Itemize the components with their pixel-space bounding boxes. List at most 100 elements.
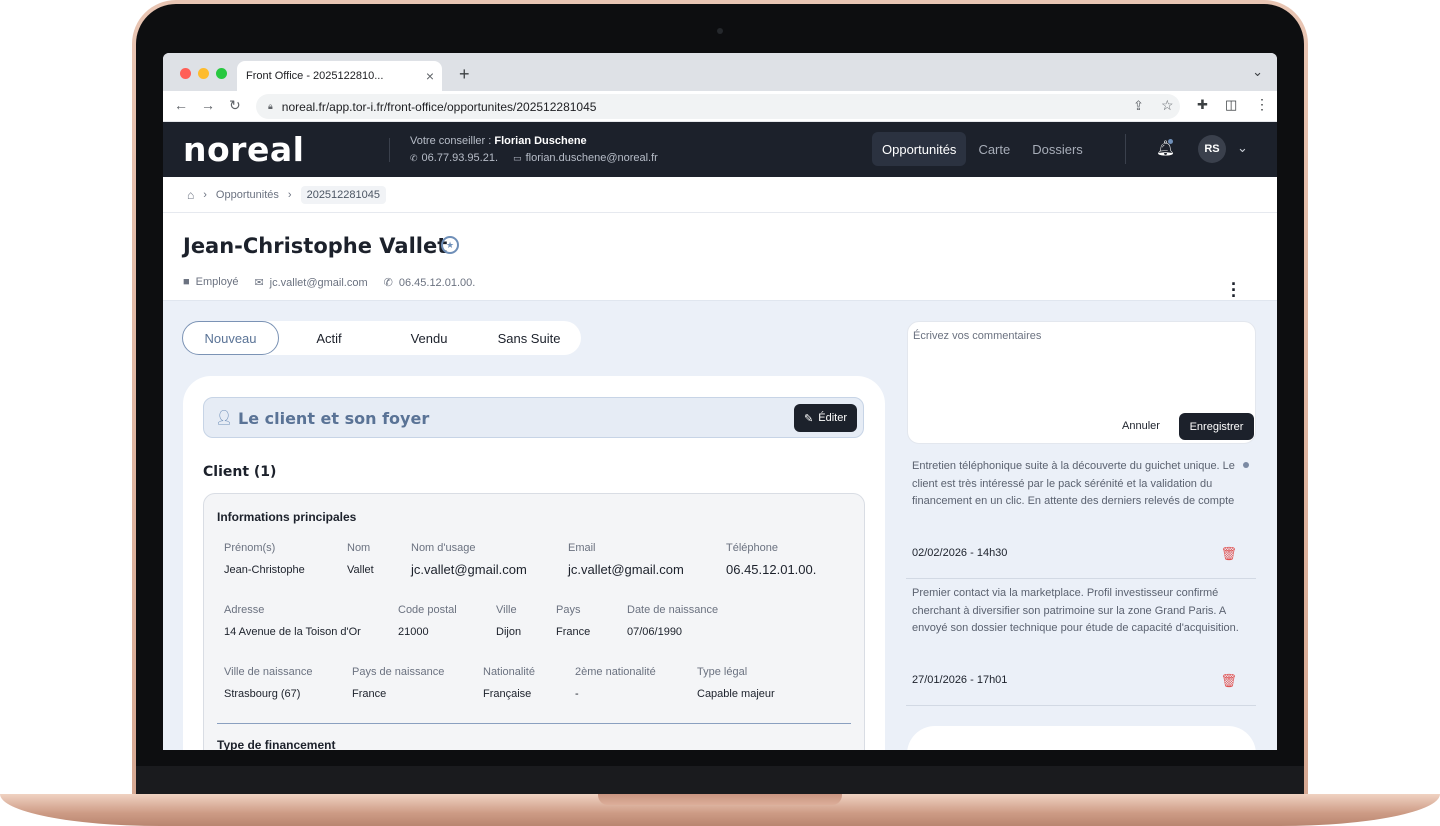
- extensions-icon[interactable]: ✚: [1197, 97, 1208, 113]
- noreal-logo[interactable]: noreal: [183, 130, 304, 169]
- tab-actif[interactable]: Actif: [279, 321, 379, 355]
- main-nav: Opportunités Carte Dossiers: [872, 132, 1093, 166]
- field-ville-naissance: Ville de naissance Strasbourg (67): [224, 666, 313, 700]
- sidepanel-icon[interactable]: ◫: [1225, 97, 1237, 113]
- save-button[interactable]: Enregistrer: [1179, 413, 1254, 440]
- client-card: 👤︎ Le client et son foyer ✎ Éditer Clien…: [183, 376, 885, 750]
- financing-title: Type de financement: [217, 738, 336, 750]
- field-adresse: Adresse 14 Avenue de la Toison d'Or: [224, 604, 361, 638]
- advisor-prefix: Votre conseiller :: [410, 135, 495, 147]
- comment-date: 27/01/2026 - 17h01: [912, 674, 1008, 686]
- status-tabs: Nouveau Actif Vendu Sans Suite: [182, 321, 581, 355]
- advisor-phone: 06.77.93.95.21.: [421, 152, 499, 164]
- window-controls: [180, 68, 227, 79]
- chevron-down-icon[interactable]: ⌄: [1237, 140, 1248, 156]
- comment-input[interactable]: Écrivez vos commentaires: [913, 330, 1041, 342]
- url-text: noreal.fr/app.tor-i.fr/front-office/oppo…: [281, 99, 597, 114]
- nav-carte[interactable]: Carte: [968, 132, 1020, 166]
- nav-dossiers[interactable]: Dossiers: [1022, 132, 1093, 166]
- trash-icon[interactable]: 🗑︎: [1220, 546, 1237, 562]
- field-pays: Pays France: [556, 604, 591, 638]
- divider: [906, 578, 1256, 579]
- briefcase-icon: ■: [183, 276, 190, 288]
- tab-search-chevron-icon[interactable]: ⌄: [1252, 64, 1263, 80]
- person-phone[interactable]: 06.45.12.01.00.: [399, 277, 475, 289]
- field-prenom: Prénom(s) Jean-Christophe: [224, 542, 305, 576]
- maximize-window-button[interactable]: [216, 68, 227, 79]
- breadcrumb-opportunites[interactable]: Opportunités: [216, 189, 279, 201]
- header-divider: [389, 138, 390, 162]
- comment-item: Entretien téléphonique suite à la découv…: [906, 458, 1256, 578]
- user-icon: 👤︎: [215, 409, 233, 425]
- tab-close-icon[interactable]: ×: [426, 68, 434, 84]
- person-header: Jean-Christophe Vallet ★ ■ Employé ✉ jc.va…: [163, 213, 1277, 305]
- pencil-icon: ✎: [804, 412, 814, 425]
- forward-arrow-icon[interactable]: →: [201, 97, 215, 113]
- tab-nouveau[interactable]: Nouveau: [182, 321, 279, 355]
- field-type-legal: Type légal Capable majeur: [697, 666, 775, 700]
- message-icon: ▭: [513, 153, 522, 163]
- edit-label: Éditer: [818, 412, 847, 424]
- field-email: Email jc.vallet@gmail.com: [568, 542, 684, 577]
- section-title: Le client et son foyer: [238, 409, 430, 428]
- advisor-email[interactable]: florian.duschene@noreal.fr: [526, 152, 658, 164]
- avatar[interactable]: RS: [1198, 135, 1226, 163]
- bookmark-star-icon[interactable]: ☆: [1161, 97, 1174, 114]
- field-pays-naissance: Pays de naissance France: [352, 666, 445, 700]
- chevron-right-icon: ›: [203, 188, 207, 201]
- section-header: 👤︎ Le client et son foyer ✎ Éditer: [203, 397, 864, 438]
- url-bar[interactable]: 🔒︎ noreal.fr/app.tor-i.fr/front-office/o…: [256, 94, 1180, 119]
- award-badge-icon: ★: [441, 236, 459, 254]
- page-title: Jean-Christophe Vallet: [183, 234, 448, 258]
- breadcrumb: ⌂ › Opportunités › 202512281045: [163, 177, 1277, 213]
- share-icon[interactable]: ⇪: [1133, 98, 1144, 114]
- more-options-icon[interactable]: · · ·: [1231, 275, 1237, 305]
- field-telephone: Téléphone 06.45.12.01.00.: [726, 542, 817, 577]
- mail-icon: ✉: [254, 277, 264, 289]
- advisor-name: Florian Duschene: [494, 135, 587, 147]
- secondary-card: [907, 726, 1256, 750]
- comment-item: Premier contact via la marketplace. Prof…: [906, 585, 1256, 705]
- unread-dot: [1243, 462, 1249, 468]
- field-nom: Nom Vallet: [347, 542, 374, 576]
- cancel-button[interactable]: Annuler: [1122, 420, 1160, 432]
- divider: [217, 723, 851, 724]
- browser-tab[interactable]: Front Office - 2025122810... ×: [237, 61, 442, 91]
- header-divider-right: [1125, 134, 1126, 164]
- home-icon[interactable]: ⌂: [187, 188, 194, 202]
- minimize-window-button[interactable]: [198, 68, 209, 79]
- tab-title: Front Office - 2025122810...: [246, 70, 384, 82]
- breadcrumb-current: 202512281045: [300, 185, 386, 204]
- comment-text: Premier contact via la marketplace. Prof…: [912, 587, 1239, 634]
- comment-box: Écrivez vos commentaires Annuler Enregis…: [907, 321, 1256, 444]
- camera: [717, 28, 723, 34]
- tab-sans-suite[interactable]: Sans Suite: [479, 321, 579, 355]
- info-title: Informations principales: [217, 510, 357, 524]
- field-code-postal: Code postal 21000: [398, 604, 457, 638]
- edit-button[interactable]: ✎ Éditer: [794, 404, 857, 432]
- new-tab-button[interactable]: +: [459, 64, 470, 85]
- browser-menu-icon[interactable]: ⋮: [1255, 96, 1269, 113]
- info-panel: Informations principales Prénom(s) Jean-…: [203, 493, 865, 750]
- trash-icon[interactable]: 🗑︎: [1220, 673, 1237, 689]
- screen: Front Office - 2025122810... × + ⌄ ← → ↻…: [163, 53, 1277, 750]
- close-window-button[interactable]: [180, 68, 191, 79]
- app-header: noreal Votre conseiller : Florian Dusche…: [163, 122, 1277, 177]
- phone-icon: ✆: [383, 277, 393, 289]
- person-email[interactable]: jc.vallet@gmail.com: [270, 277, 368, 289]
- field-nom-usage: Nom d'usage jc.vallet@gmail.com: [411, 542, 527, 577]
- browser-addressbar: ← → ↻ 🔒︎ noreal.fr/app.tor-i.fr/front-of…: [163, 91, 1277, 122]
- nav-opportunites[interactable]: Opportunités: [872, 132, 967, 166]
- comment-text: Entretien téléphonique suite à la découv…: [912, 460, 1235, 507]
- advisor-info: Votre conseiller : Florian Duschene ✆ 06.…: [410, 133, 658, 167]
- tab-vendu[interactable]: Vendu: [379, 321, 479, 355]
- reload-icon[interactable]: ↻: [229, 97, 241, 114]
- back-arrow-icon[interactable]: ←: [174, 97, 188, 113]
- field-date-naissance: Date de naissance 07/06/1990: [627, 604, 719, 638]
- field-ville: Ville Dijon: [496, 604, 522, 638]
- divider: [906, 705, 1256, 706]
- person-meta: ■ Employé ✉ jc.vallet@gmail.com ✆ 06.45.12.…: [183, 276, 475, 289]
- person-role: Employé: [195, 276, 239, 288]
- lock-icon: 🔒︎: [268, 101, 273, 111]
- browser-tabbar: Front Office - 2025122810... × + ⌄: [163, 53, 1277, 91]
